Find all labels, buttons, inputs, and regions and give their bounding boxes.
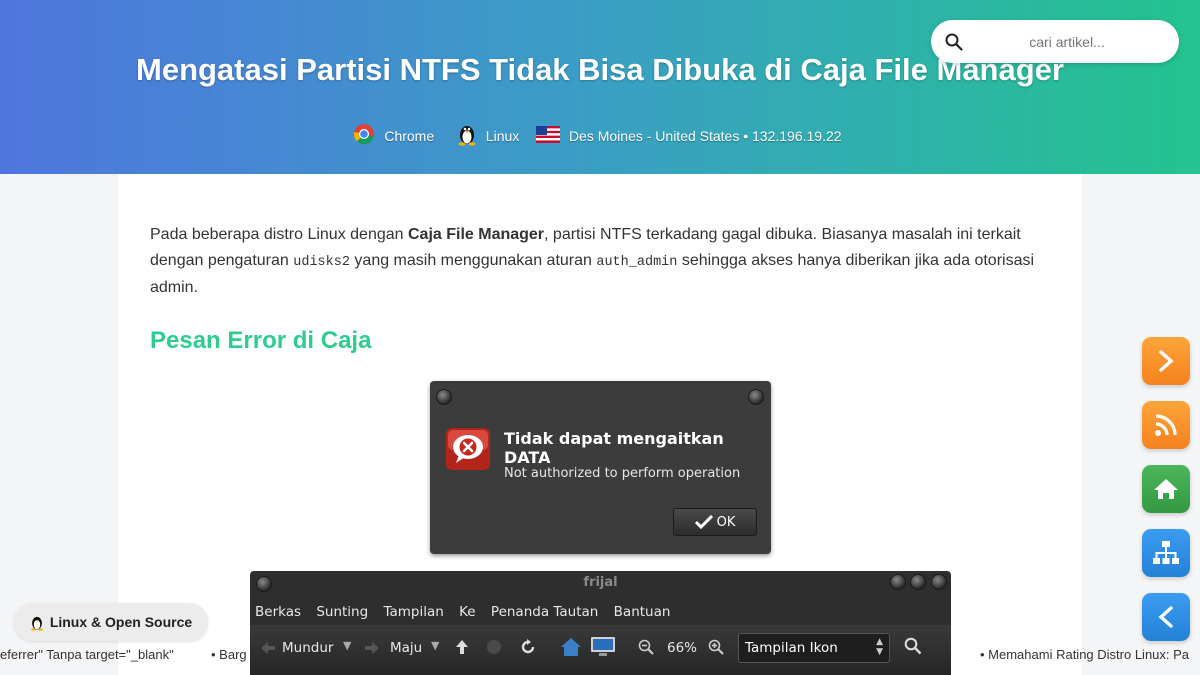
error-icon <box>446 428 490 470</box>
code-auth-admin: auth_admin <box>596 254 678 270</box>
home-icon <box>1154 479 1178 499</box>
category-badge[interactable]: Linux & Open Source <box>14 603 208 641</box>
visitor-location: Des Moines - United States • 132.196.19.… <box>568 127 842 144</box>
rss-button[interactable] <box>1142 401 1190 449</box>
search-input[interactable] <box>975 28 1159 56</box>
rss-icon <box>1155 414 1177 436</box>
visitor-meta: Chrome Linux Des Moines - United States … <box>0 122 1200 149</box>
window-title: frijal <box>583 575 618 590</box>
code-udisks2: udisks2 <box>293 254 350 270</box>
ticker-item[interactable]: • Memahami Rating Distro Linux: Pa <box>980 647 1189 662</box>
next-article-button[interactable] <box>1142 337 1190 385</box>
section-heading: Pesan Error di Caja <box>150 327 372 354</box>
window-knob <box>436 389 452 405</box>
chevron-left-icon <box>1158 606 1173 628</box>
news-ticker: eferrer" Tanpa target="_blank" • Barg • … <box>0 645 1200 665</box>
intro-text-1: Pada beberapa distro Linux dengan <box>150 226 408 243</box>
sitemap-button[interactable] <box>1142 529 1190 577</box>
window-knob <box>748 389 764 405</box>
menu-item[interactable]: Sunting <box>316 604 368 620</box>
ok-label: OK <box>716 514 736 530</box>
intro-text-3: yang masih menggunakan aturan <box>349 251 597 269</box>
dialog-title: Tidak dapat mengaitkan DATA <box>504 429 724 467</box>
menu-item[interactable]: Penanda Tautan <box>491 604 598 620</box>
page-header: Mengatasi Partisi NTFS Tidak Bisa Dibuka… <box>0 0 1200 174</box>
previous-article-button[interactable] <box>1142 593 1190 641</box>
us-flag-icon <box>536 125 561 146</box>
home-button[interactable] <box>1142 465 1190 513</box>
chevron-right-icon <box>1159 350 1174 372</box>
search-box[interactable] <box>931 20 1179 63</box>
intro-paragraph: Pada beberapa distro Linux dengan Caja F… <box>150 222 1040 301</box>
os-name: Linux <box>485 127 520 144</box>
menu-item[interactable]: Ke <box>459 604 476 620</box>
browser-name: Chrome <box>384 127 435 144</box>
ticker-item[interactable]: eferrer" Tanpa target="_blank" <box>0 647 174 662</box>
dialog-message: Not authorized to perform operation <box>504 466 741 481</box>
chrome-icon <box>353 123 375 148</box>
menu-item[interactable]: Tampilan <box>383 604 443 620</box>
dialog-ok-button[interactable]: OK <box>673 508 757 536</box>
ticker-item[interactable]: • Barg <box>211 647 247 662</box>
error-dialog-screenshot: Tidak dapat mengaitkan DATA Not authoriz… <box>430 381 771 554</box>
tux-icon <box>30 616 43 631</box>
menu-item[interactable]: Berkas <box>255 604 301 620</box>
menu-bar: Berkas Sunting Tampilan Ke Penanda Tauta… <box>255 604 681 620</box>
menu-item[interactable]: Bantuan <box>614 604 671 620</box>
check-icon <box>694 515 713 529</box>
intro-bold: Caja File Manager <box>407 226 545 243</box>
badge-label: Linux & Open Source <box>49 614 193 630</box>
search-icon <box>945 33 963 51</box>
sitemap-icon <box>1153 541 1179 564</box>
tux-icon <box>457 122 477 149</box>
